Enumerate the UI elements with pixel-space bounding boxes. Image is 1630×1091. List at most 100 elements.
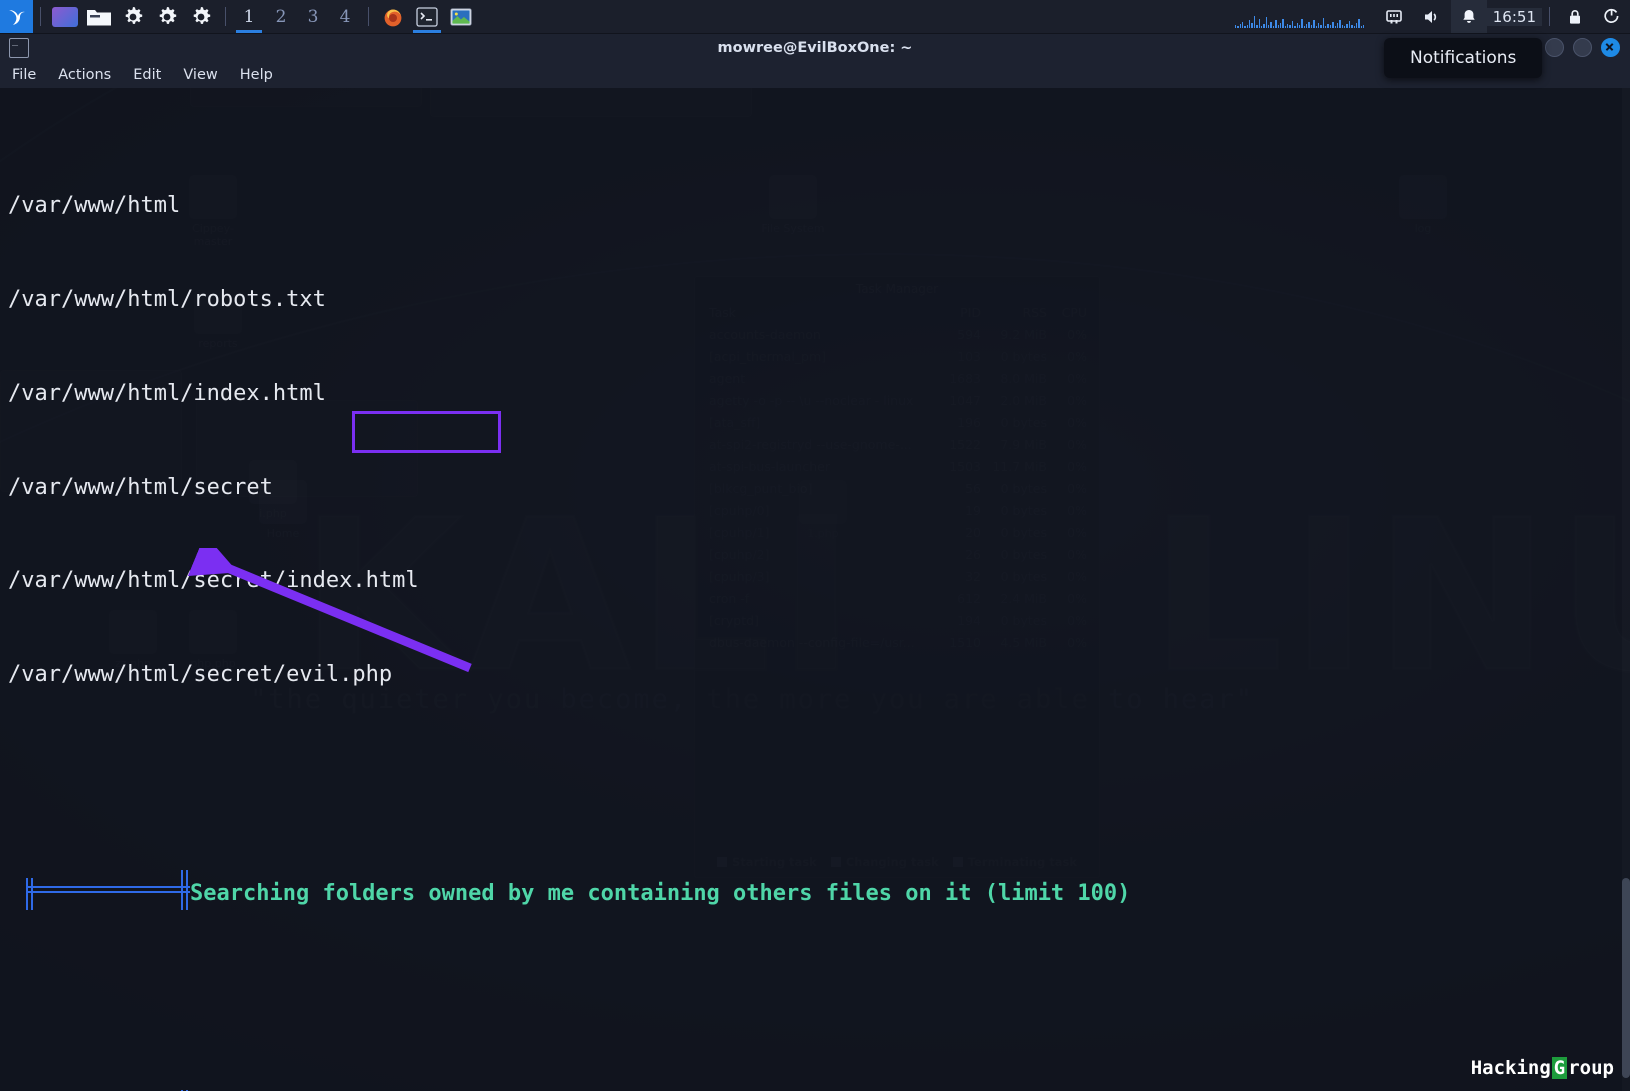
- terminal-window: mowree@EvilBoxOne: ~ File Actions Edit V…: [0, 33, 1630, 1091]
- tray-lock-button[interactable]: [1557, 0, 1593, 33]
- taskbar-terminal-button[interactable]: [410, 0, 444, 33]
- cpu-graph-bar: [1284, 25, 1287, 28]
- workspace-3[interactable]: 3: [297, 0, 329, 33]
- firefox-icon: [384, 9, 402, 26]
- cpu-graph-bar: [1256, 24, 1258, 28]
- cpu-graph-bar: [1291, 20, 1294, 28]
- cpu-graph-bar: [1282, 18, 1284, 28]
- cpu-graph-bar: [1251, 22, 1253, 28]
- cpu-graph-bar: [1339, 19, 1341, 28]
- heading-text: Searching folders owned by me containing…: [190, 881, 1131, 907]
- cpu-graph-bar: [1329, 24, 1332, 28]
- cpu-graph-bar: [1315, 25, 1317, 28]
- menu-actions[interactable]: Actions: [58, 67, 111, 83]
- cpu-graph-bar: [1246, 24, 1249, 28]
- cpu-graph-bar: [1263, 23, 1265, 28]
- cpu-graph-bar: [1296, 22, 1298, 28]
- cpu-graph-bar: [1234, 24, 1237, 28]
- cpu-graph-bar: [1249, 19, 1251, 28]
- cpu-graph-bar: [1253, 15, 1256, 28]
- section-heading-searching-folders: Searching folders owned by me containing…: [8, 870, 1630, 911]
- cpu-usage-graph[interactable]: [1234, 6, 1365, 28]
- heading-box-glyph: [8, 870, 190, 911]
- output-path: /var/www/html: [8, 192, 181, 218]
- kali-dragon-icon: [8, 9, 25, 25]
- output-path: /var/www/html/secret: [8, 474, 273, 500]
- notifications-tooltip: Notifications: [1384, 38, 1543, 78]
- window-controls: [1545, 38, 1620, 57]
- gear-icon: [125, 6, 143, 24]
- close-button[interactable]: [1601, 38, 1620, 57]
- cpu-graph-bar: [1237, 25, 1239, 28]
- workspace-4[interactable]: 4: [329, 0, 361, 33]
- terminal-body[interactable]: /var/www/html /var/www/html/robots.txt /…: [0, 88, 1630, 1091]
- output-path: /var/www/html/secret/evil.php: [8, 662, 393, 688]
- launcher-file-manager[interactable]: [84, 2, 114, 32]
- watermark-part3: roup: [1568, 1057, 1614, 1079]
- launcher-settings-3[interactable]: [186, 2, 216, 32]
- taskbar-firefox-button[interactable]: [376, 0, 410, 33]
- cpu-graph-bar: [1301, 18, 1303, 28]
- minimize-button[interactable]: [1545, 38, 1564, 57]
- output-path: /var/www/html/robots.txt: [8, 286, 326, 312]
- cpu-graph-bar: [1317, 22, 1320, 28]
- panel-separator-4: [1549, 7, 1550, 26]
- tray-volume-button[interactable]: [1413, 0, 1451, 33]
- cpu-graph-bar: [1298, 24, 1301, 28]
- cpu-graph-bar: [1358, 18, 1360, 28]
- cpu-graph-bar: [1279, 22, 1282, 28]
- workspace-1[interactable]: 1: [233, 0, 265, 33]
- taskbar-image-viewer-button[interactable]: [444, 0, 478, 33]
- cpu-graph-bar: [1348, 20, 1351, 28]
- menu-file[interactable]: File: [12, 67, 36, 83]
- bell-icon: [1463, 9, 1475, 23]
- terminal-output: /var/www/html /var/www/html/robots.txt /…: [0, 88, 1630, 1091]
- menu-view[interactable]: View: [183, 67, 217, 83]
- cpu-graph-bar: [1320, 24, 1322, 28]
- terminal-scrollbar[interactable]: [1622, 88, 1630, 1091]
- cpu-graph-bar: [1270, 21, 1272, 28]
- cpu-graph-bar: [1334, 25, 1336, 28]
- workspace-2[interactable]: 2: [265, 0, 297, 33]
- cpu-graph-bar: [1289, 24, 1291, 28]
- menu-help[interactable]: Help: [240, 67, 273, 83]
- output-path: /var/www/html/index.html: [8, 380, 326, 406]
- tray-network-button[interactable]: [1375, 0, 1413, 33]
- cpu-graph-bar: [1258, 18, 1260, 28]
- panel-separator-1: [40, 7, 41, 26]
- cpu-graph-bar: [1325, 25, 1327, 28]
- scrollbar-thumb[interactable]: [1622, 878, 1630, 1078]
- cpu-graph-bar: [1308, 21, 1310, 28]
- gear-icon: [193, 6, 211, 24]
- cpu-graph-bar: [1265, 16, 1268, 28]
- cpu-graph-bar: [1260, 25, 1263, 28]
- cpu-graph-bar: [1313, 19, 1315, 28]
- cpu-graph-bar: [1341, 24, 1344, 28]
- tray-logout-button[interactable]: [1593, 0, 1630, 33]
- launcher-terminal[interactable]: [50, 2, 80, 32]
- kali-menu-button[interactable]: [0, 0, 33, 33]
- menu-edit[interactable]: Edit: [133, 67, 161, 83]
- tray-clock[interactable]: 16:51: [1486, 7, 1542, 26]
- hacking-group-watermark: Hacking Group: [1471, 1057, 1614, 1079]
- terminal-icon: [52, 6, 78, 27]
- cpu-graph-bar: [1241, 21, 1244, 28]
- panel-separator-3: [368, 7, 369, 26]
- launcher-settings-2[interactable]: [152, 2, 182, 32]
- panel-separator-2: [225, 7, 226, 26]
- launcher-settings-1[interactable]: [118, 2, 148, 32]
- watermark-part2: G: [1551, 1057, 1568, 1079]
- logout-icon: [1604, 8, 1619, 23]
- gear-icon: [159, 6, 177, 24]
- lock-icon: [1570, 9, 1580, 24]
- cpu-graph-bar: [1327, 23, 1329, 28]
- cpu-graph-bar: [1332, 21, 1334, 28]
- cpu-graph-bar: [1353, 25, 1355, 28]
- maximize-button[interactable]: [1573, 38, 1592, 57]
- cpu-graph-bar: [1303, 25, 1306, 28]
- tray-notifications-button[interactable]: [1450, 0, 1487, 33]
- cpu-graph-bar: [1344, 25, 1346, 28]
- top-panel: 1 2 3 4 16:51: [0, 0, 1630, 34]
